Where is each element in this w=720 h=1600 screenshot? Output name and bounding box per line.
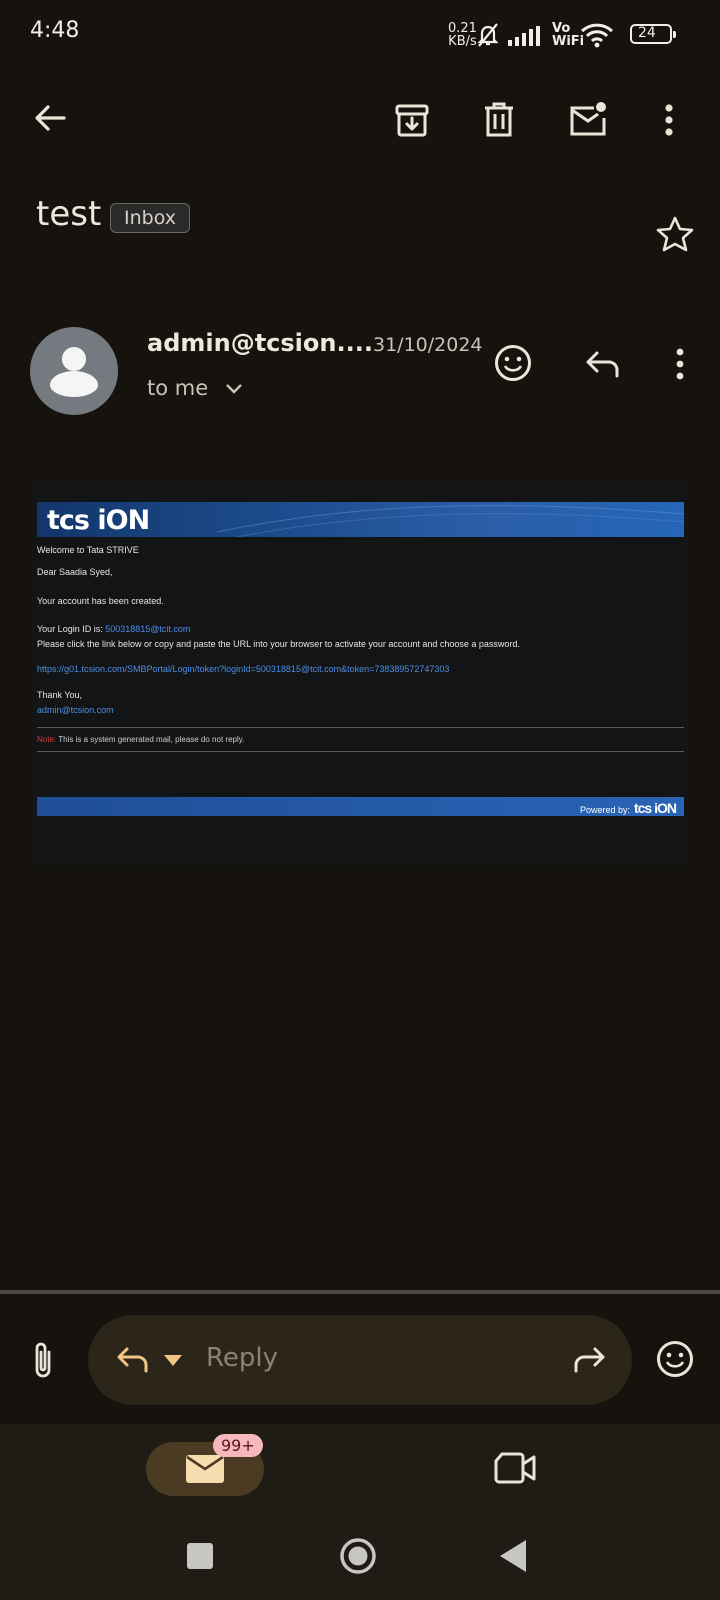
tcsion-header-banner: tcs iON [37,502,684,537]
email-body: tcs iON Welcome to Tata STRIVE Dear Saad… [30,480,690,866]
email-subject: test [36,194,102,234]
status-time: 4:48 [30,18,80,43]
recipient-toggle[interactable]: to me [147,376,243,400]
login-id-link[interactable]: 500318815@tcit.com [105,624,190,634]
powered-by-label: Powered by: [579,805,630,815]
signature-email-link[interactable]: admin@tcsion.com [37,705,114,715]
arrow-left-icon[interactable] [32,100,68,136]
reply-placeholder[interactable]: Reply [206,1343,278,1373]
emoji-icon[interactable] [656,1340,694,1378]
paperclip-icon[interactable] [30,1340,56,1380]
divider [37,751,684,752]
trash-icon[interactable] [483,102,515,138]
meet-video-icon[interactable] [494,1452,536,1484]
powered-by-footer: Powered by: tcs iON [37,797,684,816]
wifi-icon [580,22,614,48]
reply-arrow-icon [117,1347,148,1373]
network-speed-unit: KB/s [448,34,477,49]
note-text: This is a system generated mail, please … [56,735,245,744]
system-note: Note: This is a system generated mail, p… [37,735,244,744]
unread-count-badge: 99+ [213,1434,263,1457]
emoji-react-icon[interactable] [494,344,532,382]
reply-icon[interactable] [585,350,621,378]
thanks-text: Thank You, [37,690,83,700]
recipient-label: to me [147,376,209,400]
mail-icon [186,1455,224,1483]
forward-arrow-icon[interactable] [572,1346,606,1374]
email-date: 31/10/2024 [373,334,483,356]
back-triangle-icon[interactable] [500,1540,528,1572]
activation-url-link[interactable]: https://g01.tcsion.com/SMBPortal/Login/t… [37,664,449,674]
battery-icon: 24 [630,24,676,44]
welcome-text: Welcome to Tata STRIVE [37,545,139,555]
reply-mode-dropdown-icon[interactable] [164,1355,182,1367]
account-created-text: Your account has been created. [37,596,164,606]
instruction-text: Please click the link below or copy and … [37,639,520,649]
note-label: Note: [37,735,57,744]
login-id-label: Your Login ID is: [37,624,106,634]
person-icon [50,347,98,397]
powered-by-text: Powered by: tcs iON [579,800,677,816]
divider [37,727,684,728]
sender-avatar[interactable] [30,327,118,415]
recents-square-icon[interactable] [187,1543,213,1569]
bell-off-icon [476,22,500,48]
inbox-label-badge[interactable]: Inbox [110,203,190,233]
greeting-text: Dear Saadia Syed, [37,567,113,577]
sender-name[interactable]: admin@tcsion.... [147,329,373,357]
banner-swoosh [217,505,684,537]
network-speed: 0.21 KB/s [448,22,477,48]
chevron-down-icon [225,384,242,394]
tcsion-logo: tcs iON [47,505,150,536]
star-icon[interactable] [656,216,694,252]
more-vertical-icon[interactable] [664,104,674,136]
archive-icon[interactable] [394,102,430,138]
home-circle-icon[interactable] [339,1537,377,1575]
login-id-line: Your Login ID is: 500318815@tcit.com [37,624,190,634]
message-more-icon[interactable] [675,348,685,380]
reply-compose-bar[interactable]: Reply [88,1315,632,1405]
battery-level: 24 [638,25,656,41]
signal-icon [508,26,542,46]
footer-tcsion-logo: tcs iON [633,800,677,816]
reply-bar-separator [0,1290,720,1294]
mail-unread-icon[interactable] [568,100,610,138]
